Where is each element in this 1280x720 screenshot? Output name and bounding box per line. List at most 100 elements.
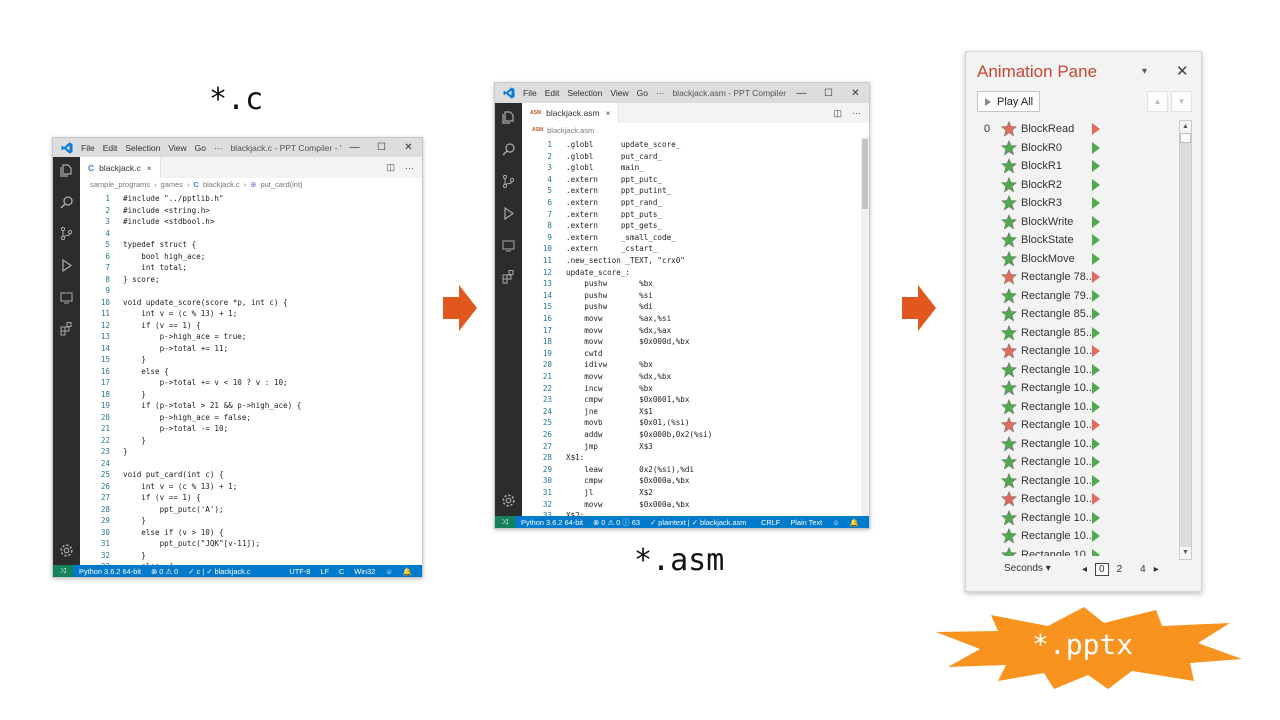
animation-item[interactable]: Rectangle 10...	[971, 453, 1177, 472]
editor-scrollbar[interactable]	[861, 137, 869, 516]
status-mode[interactable]: C	[339, 567, 344, 576]
animation-item[interactable]: Rectangle 10...	[971, 342, 1177, 361]
animation-item[interactable]: BlockR1	[971, 157, 1177, 176]
tab-blackjack-asm[interactable]: ASM blackjack.asm ×	[522, 103, 620, 123]
menu-file[interactable]: File	[81, 143, 95, 153]
menu-selection[interactable]: Selection	[125, 143, 160, 153]
timeline-left-icon[interactable]: ◂	[1082, 564, 1087, 575]
scroll-down-icon[interactable]: ▼	[1180, 547, 1191, 559]
source-control-icon[interactable]	[59, 226, 74, 241]
menu-selection[interactable]: Selection	[567, 88, 602, 98]
code-editor[interactable]: 1 #include "../pptlib.h" 2 #include <string…	[80, 191, 422, 566]
more-actions-icon[interactable]: ···	[405, 163, 414, 173]
status-platform[interactable]: Win32	[354, 567, 375, 576]
animation-item[interactable]: Rectangle 10...	[971, 416, 1177, 435]
code-editor[interactable]: 1 .globl update_score_ 2 .globl put_card_ 3.…	[522, 137, 863, 517]
animation-item[interactable]: BlockR2	[971, 176, 1177, 195]
breadcrumb-symbol[interactable]: put_card(int)	[260, 180, 302, 189]
tab-close-icon[interactable]: ×	[606, 108, 611, 118]
breadcrumb-file[interactable]: blackjack.c	[203, 180, 240, 189]
play-all-button[interactable]: Play All	[977, 91, 1040, 112]
animation-item[interactable]: Rectangle 85...	[971, 305, 1177, 324]
tab-blackjack-c[interactable]: C blackjack.c ×	[80, 157, 161, 178]
animation-item[interactable]: Rectangle 78...	[971, 268, 1177, 287]
close-icon[interactable]: ✕	[395, 142, 422, 153]
notifications-icon[interactable]: 🔔	[403, 567, 412, 576]
status-problems[interactable]: ⊗ 0 ⚠ 0	[151, 567, 178, 576]
search-icon[interactable]	[59, 195, 74, 210]
animation-item[interactable]: BlockWrite	[971, 213, 1177, 232]
status-encoding[interactable]: UTF-8	[289, 567, 310, 576]
menu-more[interactable]: ···	[656, 88, 665, 98]
scrollbar-thumb[interactable]	[862, 139, 868, 209]
menu-go[interactable]: Go	[195, 143, 206, 153]
feedback-icon[interactable]: ☺	[832, 518, 840, 527]
pane-options-dropdown-icon[interactable]: ▾	[1142, 66, 1147, 77]
extensions-icon[interactable]	[59, 321, 74, 336]
minimize-icon[interactable]: —	[788, 88, 815, 99]
animation-item[interactable]: Rectangle 10...	[971, 527, 1177, 546]
split-editor-icon[interactable]: ◫	[833, 108, 842, 119]
move-earlier-button[interactable]: ▲	[1147, 91, 1168, 112]
source-control-icon[interactable]	[501, 174, 516, 189]
run-debug-icon[interactable]	[501, 206, 516, 221]
minimize-icon[interactable]: —	[341, 142, 368, 153]
animation-item[interactable]: Rectangle 10...	[971, 435, 1177, 454]
status-interpreter[interactable]: Python 3.6.2 64-bit	[521, 518, 583, 527]
breadcrumb-file[interactable]: blackjack.asm	[547, 126, 594, 135]
animation-item[interactable]: Rectangle 10...	[971, 546, 1177, 556]
timeline-right-icon[interactable]: ▸	[1154, 564, 1159, 575]
explorer-icon[interactable]	[59, 163, 74, 178]
animation-item[interactable]: Rectangle 10...	[971, 509, 1177, 528]
scroll-up-icon[interactable]: ▲	[1180, 121, 1191, 133]
maximize-icon[interactable]: ☐	[368, 142, 395, 153]
animation-item[interactable]: BlockState	[971, 231, 1177, 250]
breadcrumb-folder[interactable]: games	[161, 180, 184, 189]
status-language[interactable]: ✓ plaintext | ✓ blackjack.asm	[650, 518, 746, 527]
animation-item[interactable]: BlockMove	[971, 250, 1177, 269]
search-icon[interactable]	[501, 142, 516, 157]
extensions-icon[interactable]	[501, 269, 516, 284]
menu-edit[interactable]: Edit	[545, 88, 560, 98]
status-eol[interactable]: LF	[320, 567, 329, 576]
animation-item[interactable]: Rectangle 10...	[971, 361, 1177, 380]
move-later-button[interactable]: ▼	[1171, 91, 1192, 112]
scrollbar-thumb[interactable]	[1180, 133, 1191, 143]
animation-item[interactable]: 0 BlockRead	[971, 120, 1177, 139]
animation-item[interactable]: Rectangle 10...	[971, 398, 1177, 417]
menu-view[interactable]: View	[168, 143, 186, 153]
maximize-icon[interactable]: ☐	[815, 88, 842, 99]
status-interpreter[interactable]: Python 3.6.2 64-bit	[79, 567, 141, 576]
notifications-icon[interactable]: 🔔	[850, 518, 859, 527]
more-actions-icon[interactable]: ···	[852, 108, 861, 118]
animation-item[interactable]: Rectangle 79...	[971, 287, 1177, 306]
settings-gear-icon[interactable]	[59, 543, 74, 558]
status-eol[interactable]: CRLF	[761, 518, 780, 527]
menu-file[interactable]: File	[523, 88, 537, 98]
remote-explorer-icon[interactable]	[501, 238, 516, 253]
close-icon[interactable]: ✕	[842, 88, 869, 99]
list-scrollbar[interactable]: ▲ ▼	[1179, 120, 1192, 560]
remote-indicator-icon[interactable]: ⤨	[495, 516, 515, 528]
remote-explorer-icon[interactable]	[59, 290, 74, 305]
animation-item[interactable]: BlockR3	[971, 194, 1177, 213]
animation-item[interactable]: Rectangle 85...	[971, 324, 1177, 343]
explorer-icon[interactable]	[501, 110, 516, 125]
seconds-dropdown[interactable]: Seconds ▾	[1004, 563, 1051, 574]
animation-item[interactable]: BlockR0	[971, 139, 1177, 158]
settings-gear-icon[interactable]	[501, 493, 516, 508]
animation-item[interactable]: Rectangle 10...	[971, 490, 1177, 509]
menu-view[interactable]: View	[610, 88, 628, 98]
animation-item[interactable]: Rectangle 10...	[971, 379, 1177, 398]
menu-go[interactable]: Go	[637, 88, 648, 98]
menu-more[interactable]: ···	[214, 143, 223, 153]
status-problems[interactable]: ⊗ 0 ⚠ 0 ⓘ 63	[593, 517, 640, 528]
breadcrumb-folder[interactable]: sample_programs	[90, 180, 150, 189]
status-language[interactable]: ✓ c | ✓ blackjack.c	[188, 567, 250, 576]
menu-edit[interactable]: Edit	[103, 143, 118, 153]
remote-indicator-icon[interactable]: ⤨	[53, 565, 73, 577]
status-mode[interactable]: Plain Text	[790, 518, 822, 527]
split-editor-icon[interactable]: ◫	[386, 162, 395, 173]
feedback-icon[interactable]: ☺	[385, 567, 393, 576]
pane-close-icon[interactable]: ✕	[1176, 62, 1189, 80]
